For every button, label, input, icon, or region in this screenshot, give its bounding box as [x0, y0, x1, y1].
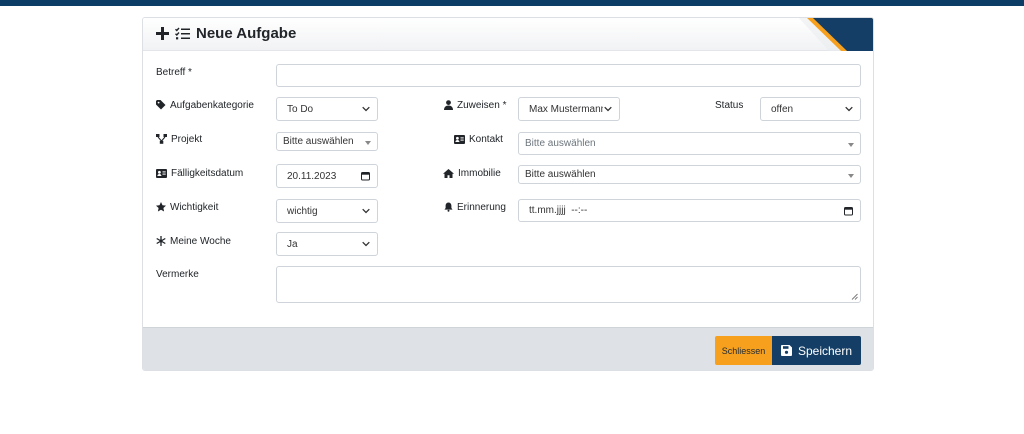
importance-label: Wichtigkeit — [156, 200, 218, 214]
dropdown-arrow-icon — [848, 142, 854, 147]
my-week-select[interactable]: Ja — [276, 232, 378, 256]
save-button-label: Speichern — [797, 343, 853, 358]
reminder-label: Erinnerung — [444, 200, 506, 214]
notes-label: Vermerke — [156, 268, 199, 280]
project-label: Projekt — [156, 132, 202, 146]
reminder-datetime-input[interactable]: tt.mm.jjjj --:-- — [518, 199, 861, 222]
assign-select[interactable]: Max Mustermann — [518, 97, 620, 121]
calendar-icon[interactable] — [844, 206, 853, 215]
chevron-down-icon — [362, 241, 370, 247]
chevron-down-icon — [362, 208, 370, 214]
task-category-label: Aufgabenkategorie — [156, 98, 254, 112]
property-select[interactable]: Bitte auswählen — [518, 165, 861, 184]
notes-textarea[interactable] — [276, 266, 861, 303]
contact-card-icon — [454, 134, 465, 144]
id-card-icon — [156, 168, 167, 178]
task-list-icon — [175, 27, 190, 40]
contact-label: Kontakt — [454, 132, 503, 146]
header-ribbon-decoration — [799, 18, 873, 51]
status-label: Status — [715, 99, 744, 111]
status-select[interactable]: offen — [760, 97, 861, 121]
chevron-down-icon — [604, 106, 612, 112]
importance-select[interactable]: wichtig — [276, 199, 378, 223]
page-title-text: Neue Aufgabe — [196, 25, 297, 42]
subject-label: Betreff * — [156, 66, 192, 78]
save-button[interactable]: Speichern — [772, 336, 861, 365]
home-icon — [443, 168, 454, 178]
project-select[interactable]: Bitte auswählen — [276, 132, 378, 151]
chevron-down-icon — [362, 106, 370, 112]
contact-select[interactable]: Bitte auswählen — [518, 132, 861, 155]
tag-icon — [156, 100, 166, 110]
subject-input[interactable] — [276, 64, 861, 87]
floppy-disk-icon — [780, 345, 792, 356]
star-icon — [156, 202, 166, 212]
card-footer: Schliessen Speichern — [143, 327, 873, 370]
card-header: Neue Aufgabe — [143, 18, 873, 51]
dropdown-arrow-icon — [848, 173, 854, 178]
project-tree-icon — [156, 134, 167, 144]
task-category-select[interactable]: To Do — [276, 97, 378, 121]
dropdown-arrow-icon — [365, 140, 371, 145]
bell-icon — [444, 202, 453, 212]
calendar-icon[interactable] — [361, 172, 370, 181]
resize-handle-icon[interactable] — [851, 293, 858, 300]
new-task-card: Neue Aufgabe Betreff * Aufgabenkategorie… — [142, 17, 874, 371]
due-date-input[interactable]: 20.11.2023 — [276, 164, 378, 188]
plus-icon — [156, 27, 169, 40]
property-label: Immobilie — [443, 166, 501, 180]
user-icon — [444, 100, 453, 110]
my-week-label: Meine Woche — [156, 234, 231, 248]
snowflake-icon — [156, 236, 166, 246]
due-date-label: Fälligkeitsdatum — [156, 166, 243, 180]
chevron-down-icon — [845, 106, 853, 112]
assign-label: Zuweisen * — [444, 98, 506, 112]
close-button[interactable]: Schliessen — [715, 336, 772, 365]
top-bar — [0, 0, 1024, 6]
page-title: Neue Aufgabe — [156, 25, 296, 42]
